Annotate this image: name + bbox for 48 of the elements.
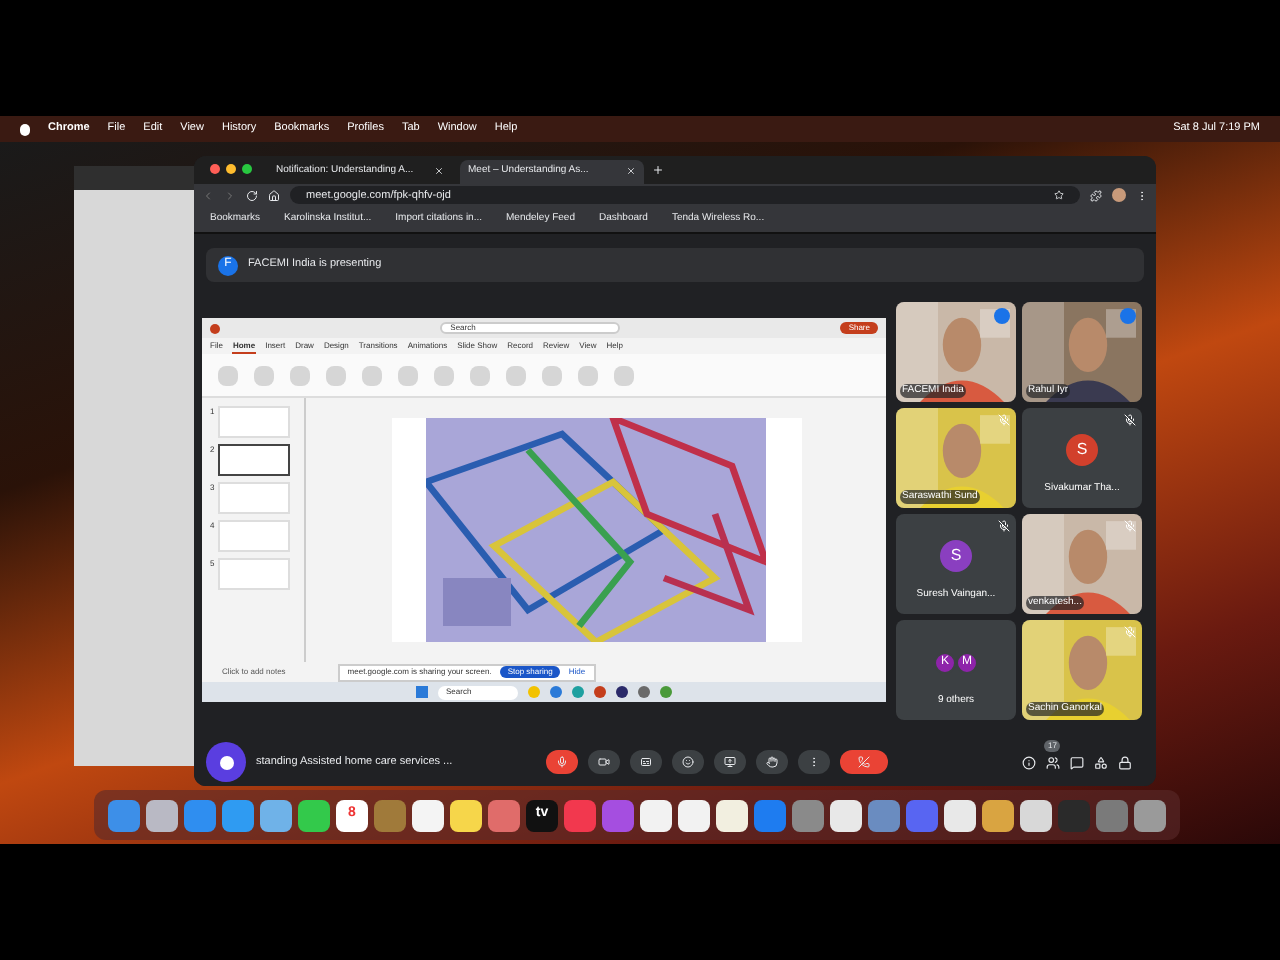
app-icon[interactable] <box>640 799 672 831</box>
emoji-button[interactable] <box>672 750 704 774</box>
close-button[interactable] <box>210 164 220 175</box>
extensions-icon[interactable] <box>1090 189 1102 202</box>
people-icon[interactable] <box>1046 755 1060 769</box>
apple-icon[interactable] <box>20 123 30 135</box>
minimize-button[interactable] <box>226 164 236 175</box>
reload-icon[interactable] <box>246 189 258 202</box>
app-icon[interactable] <box>716 799 748 831</box>
leave-call-button[interactable] <box>840 750 888 774</box>
app-icon[interactable] <box>146 799 178 831</box>
host-controls-icon[interactable] <box>1118 755 1132 769</box>
bookmark-star-icon[interactable] <box>1054 190 1064 201</box>
hand-icon <box>766 756 778 768</box>
app-icon[interactable] <box>260 799 292 831</box>
new-tab-icon[interactable] <box>652 163 664 176</box>
app-icon[interactable] <box>450 799 482 831</box>
present-button[interactable] <box>714 750 746 774</box>
captions-icon <box>640 756 652 768</box>
avatar: S <box>940 540 972 572</box>
chat-icon[interactable] <box>1070 755 1084 769</box>
emoji-icon <box>682 756 694 768</box>
phone-icon <box>858 756 870 768</box>
activities-icon[interactable] <box>1094 755 1108 769</box>
zoom-button[interactable] <box>242 164 252 175</box>
camera-button[interactable] <box>588 750 620 774</box>
info-icon[interactable] <box>1022 755 1036 769</box>
mic-icon <box>556 756 568 768</box>
companion-icon[interactable] <box>206 742 246 782</box>
mic-button[interactable] <box>546 750 578 774</box>
profile-avatar[interactable] <box>1112 188 1126 203</box>
app-icon[interactable] <box>830 799 862 831</box>
hand-button[interactable] <box>756 750 788 774</box>
home-icon[interactable] <box>268 189 280 202</box>
start-icon[interactable] <box>416 686 428 698</box>
present-icon <box>724 756 736 768</box>
app-icon[interactable] <box>678 799 710 831</box>
app-icon[interactable] <box>412 799 444 831</box>
app-icon[interactable] <box>1134 799 1166 831</box>
app-icon[interactable] <box>298 799 330 831</box>
app-icon[interactable] <box>944 799 976 831</box>
camera-icon <box>598 756 610 768</box>
avatar: S <box>1066 434 1098 466</box>
app-icon[interactable] <box>982 799 1014 831</box>
captions-button[interactable] <box>630 750 662 774</box>
app-icon[interactable] <box>1020 799 1052 831</box>
app-icon <box>210 323 220 333</box>
slide-thumbnail[interactable] <box>218 444 291 476</box>
